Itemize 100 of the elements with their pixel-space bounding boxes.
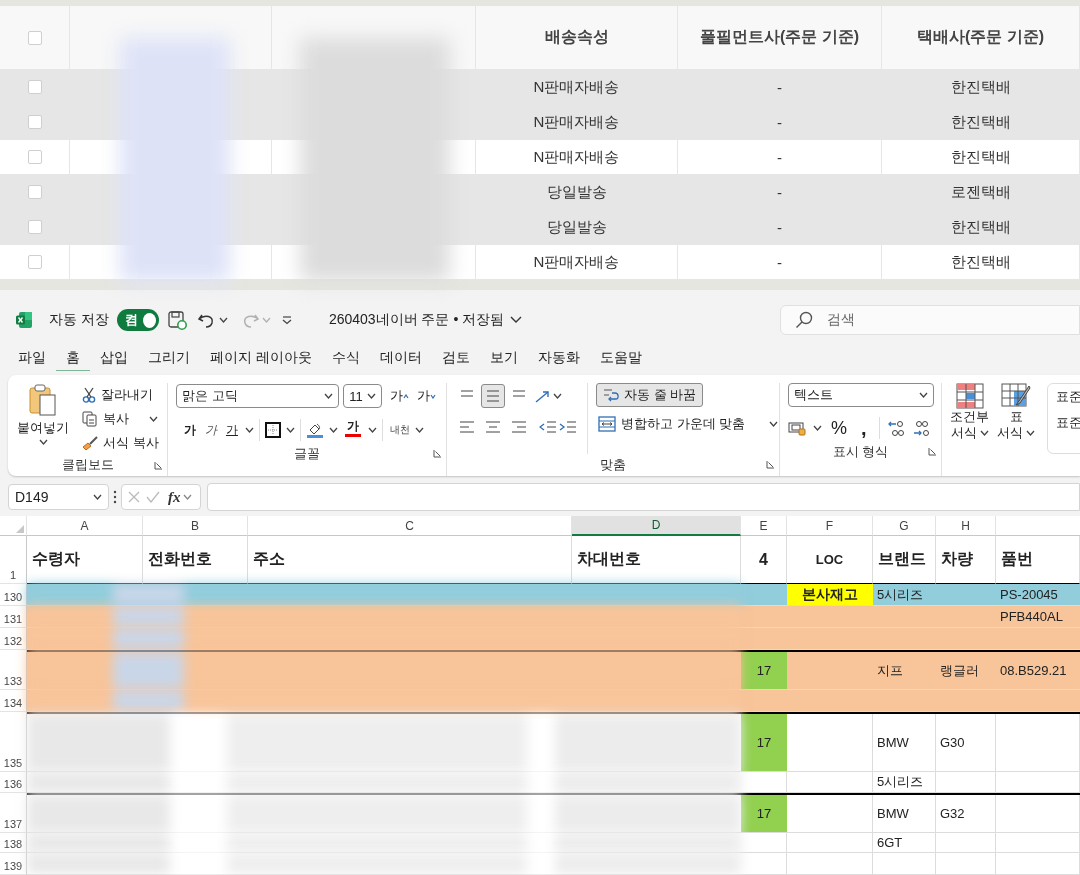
menu-tab[interactable]: 페이지 레이아웃	[200, 345, 322, 373]
caret-icon[interactable]	[324, 393, 334, 399]
column-header[interactable]: D	[572, 516, 741, 536]
menu-tab[interactable]: 보기	[479, 345, 528, 373]
menu-tab[interactable]: 홈	[56, 345, 90, 373]
name-box[interactable]: D149	[8, 484, 109, 510]
row-number[interactable]: 130	[0, 584, 27, 606]
column-header[interactable]: H	[936, 516, 996, 536]
row-number[interactable]: 136	[0, 772, 27, 793]
wrap-text-button[interactable]: 자동 줄 바꿈	[596, 383, 704, 407]
caret-icon[interactable]	[919, 392, 928, 398]
row-number[interactable]: 135	[0, 712, 27, 772]
menu-tab[interactable]: 파일	[8, 345, 56, 373]
font-size-dropdown[interactable]: 11	[343, 384, 382, 408]
caret-icon[interactable]	[553, 393, 562, 399]
format-as-table-button[interactable]: 표 서식	[997, 383, 1035, 454]
menu-tab[interactable]: 수식	[321, 345, 370, 373]
row-number[interactable]: 1	[0, 536, 27, 584]
column-header[interactable]: E	[741, 516, 787, 536]
checkbox[interactable]	[27, 185, 42, 199]
row-number[interactable]: 132	[0, 628, 27, 650]
column-header[interactable]: A	[27, 516, 143, 536]
menu-tab[interactable]: 자동화	[527, 345, 590, 373]
row-number[interactable]: 138	[0, 833, 27, 853]
search-field[interactable]: 검색	[780, 305, 1080, 335]
increase-decimal-icon[interactable]	[886, 419, 905, 437]
paintbrush-icon	[82, 435, 98, 451]
caret-icon[interactable]	[769, 421, 779, 427]
checkbox[interactable]	[27, 150, 42, 164]
caret-icon[interactable]	[38, 439, 48, 445]
increase-font-button[interactable]: 가	[388, 384, 411, 408]
table-brush-icon	[1001, 383, 1031, 409]
caret-icon[interactable]	[979, 430, 989, 436]
paste-button[interactable]: 붙여넣기	[12, 383, 74, 455]
menu-tab[interactable]: 그리기	[138, 345, 200, 373]
decrease-indent-icon[interactable]	[539, 420, 557, 434]
caret-icon[interactable]	[245, 427, 254, 433]
menu-tab[interactable]: 삽입	[90, 345, 138, 373]
row-number[interactable]: 134	[0, 690, 27, 712]
column-header[interactable]: F	[787, 516, 873, 536]
caret-icon[interactable]	[367, 393, 376, 399]
more-options-icon[interactable]	[113, 490, 117, 504]
checkbox[interactable]	[27, 80, 42, 94]
format-painter-button[interactable]: 서식 복사	[80, 431, 161, 455]
font-color-button[interactable]: 가	[343, 419, 363, 441]
caret-icon[interactable]	[149, 416, 158, 422]
middle-align-button[interactable]	[481, 384, 505, 408]
customize-icon[interactable]	[280, 315, 293, 325]
caret-icon[interactable]	[1026, 430, 1035, 436]
table-cell: G30	[940, 735, 965, 750]
dialog-launcher-icon[interactable]	[433, 449, 442, 458]
column-header[interactable]: B	[143, 516, 248, 536]
row-number[interactable]: 139	[0, 853, 27, 875]
menu-tab[interactable]: 검토	[431, 345, 480, 373]
align-center-icon	[485, 420, 501, 434]
caret-icon[interactable]	[329, 427, 338, 433]
caret-icon[interactable]	[368, 427, 377, 433]
column-header[interactable]: C	[248, 516, 572, 536]
chevron-down-icon[interactable]	[510, 316, 523, 324]
menu-tab[interactable]: 데이터	[369, 345, 432, 373]
checkbox[interactable]	[27, 115, 42, 129]
cut-button[interactable]: 잘라내기	[80, 383, 161, 407]
copy-button[interactable]: 복사	[80, 407, 161, 431]
phonetic-button[interactable]: 내천	[388, 418, 426, 442]
underline-button[interactable]: 가	[224, 418, 240, 442]
conditional-formatting-button[interactable]: 조건부 서식	[950, 383, 989, 454]
caret-icon[interactable]	[286, 427, 295, 433]
caret-icon[interactable]	[813, 425, 822, 431]
font-name-dropdown[interactable]: 맑은 고딕	[176, 384, 340, 408]
menu-tab[interactable]: 도움말	[589, 345, 652, 373]
decrease-font-button[interactable]: 가	[415, 384, 438, 408]
comma-button[interactable]: ,	[856, 416, 872, 440]
checkbox[interactable]	[27, 255, 42, 269]
row-number[interactable]: 133	[0, 650, 27, 690]
autosave-toggle[interactable]: 켬	[116, 309, 159, 331]
caret-icon[interactable]	[218, 317, 228, 323]
merge-center-button[interactable]: 병합하고 가운데 맞춤	[596, 412, 781, 436]
row-number[interactable]: 137	[0, 793, 27, 833]
dialog-launcher-icon[interactable]	[928, 447, 937, 456]
row-number[interactable]: 131	[0, 606, 27, 628]
formula-input[interactable]	[206, 483, 1080, 511]
borders-icon[interactable]	[265, 422, 281, 438]
caret-icon[interactable]	[415, 427, 424, 433]
italic-button[interactable]: 가	[203, 418, 219, 442]
caret-icon[interactable]	[93, 494, 102, 500]
percent-button[interactable]: %	[829, 416, 849, 440]
dialog-launcher-icon[interactable]	[154, 461, 163, 470]
document-title[interactable]: 260403네이버 주문 • 저장됨	[328, 311, 505, 329]
checkbox[interactable]	[27, 30, 42, 45]
column-header[interactable]: G	[873, 516, 936, 536]
dialog-launcher-icon[interactable]	[766, 460, 775, 469]
accounting-format-icon[interactable]	[788, 420, 806, 436]
bold-button[interactable]: 가	[182, 418, 198, 442]
increase-indent-icon[interactable]	[559, 420, 577, 434]
number-format-dropdown[interactable]: 텍스트	[788, 383, 934, 407]
checkbox[interactable]	[27, 220, 42, 234]
save-icon[interactable]	[166, 310, 187, 330]
text-orientation-icon[interactable]	[533, 389, 551, 403]
fill-color-icon[interactable]	[306, 421, 324, 439]
decrease-decimal-icon[interactable]	[911, 419, 930, 437]
